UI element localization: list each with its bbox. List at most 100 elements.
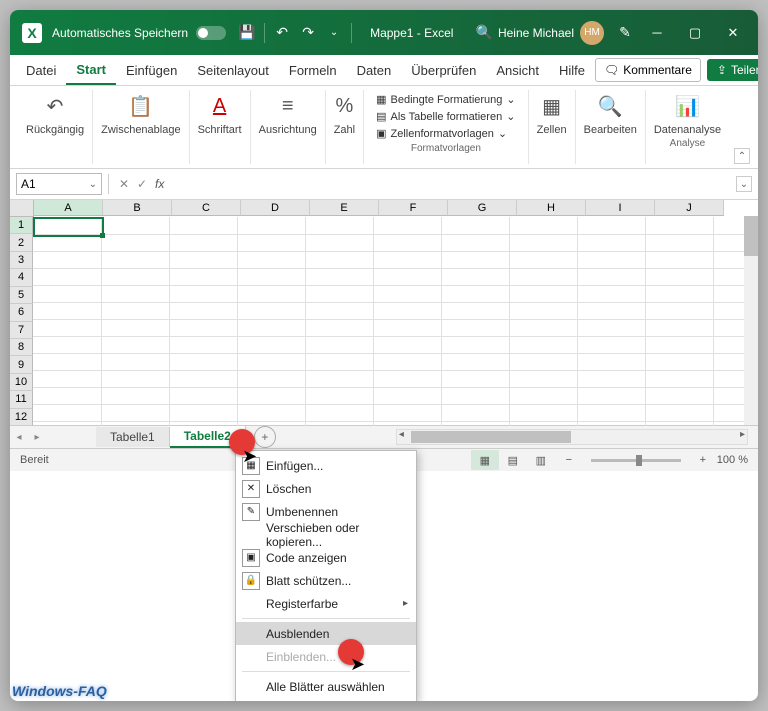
view-normal-button[interactable]: ▦	[471, 450, 499, 470]
zoom-slider[interactable]	[591, 459, 681, 462]
cell-styles-icon: ▣	[376, 127, 386, 140]
autosave-label: Automatisches Speichern	[52, 26, 188, 40]
tab-datei[interactable]: Datei	[16, 57, 66, 84]
column-header[interactable]: A	[34, 200, 103, 216]
row-header[interactable]: 5	[10, 287, 33, 304]
alignment-icon: ≡	[282, 92, 294, 120]
user-avatar[interactable]: HM	[580, 21, 604, 45]
search-icon[interactable]: 🔍	[471, 20, 497, 46]
sheet-tab-tabelle1[interactable]: Tabelle1	[96, 427, 170, 447]
ribbon-group-clipboard[interactable]: 📋 Zwischenablage	[93, 90, 190, 164]
tab-einfuegen[interactable]: Einfügen	[116, 57, 187, 84]
active-cell[interactable]	[33, 217, 104, 237]
tab-formeln[interactable]: Formeln	[279, 57, 347, 84]
row-header[interactable]: 8	[10, 339, 33, 356]
title-bar: X Automatisches Speichern 💾 ↶ ↷ ⌄ Mappe1…	[10, 10, 758, 55]
redo-icon[interactable]: ↷	[295, 20, 321, 46]
column-header[interactable]: E	[310, 200, 379, 216]
watermark: Windows-FAQ	[12, 683, 107, 699]
coming-soon-icon[interactable]: ✎	[612, 20, 638, 46]
ctx-protect-sheet[interactable]: 🔒Blatt schützen...	[236, 569, 416, 592]
comments-button[interactable]: 🗨Kommentare	[595, 58, 701, 82]
cancel-formula-icon[interactable]: ✕	[115, 175, 133, 193]
column-header[interactable]: J	[655, 200, 724, 216]
ctx-move-copy[interactable]: Verschieben oder kopieren...	[236, 523, 416, 546]
ctx-tab-color[interactable]: Registerfarbe	[236, 592, 416, 615]
ctx-select-all-sheets[interactable]: Alle Blätter auswählen	[236, 675, 416, 698]
tab-start[interactable]: Start	[66, 56, 116, 85]
name-box[interactable]: A1	[16, 173, 102, 195]
tab-daten[interactable]: Daten	[347, 57, 402, 84]
expand-formula-bar-button[interactable]: ⌄	[736, 176, 752, 192]
cond-format-icon: ▦	[376, 93, 386, 106]
undo-icon[interactable]: ↶	[269, 20, 295, 46]
ctx-delete[interactable]: ✕Löschen	[236, 477, 416, 500]
enter-formula-icon[interactable]: ✓	[133, 175, 151, 193]
cell-styles-button[interactable]: ▣Zellenformatvorlagen ⌄	[372, 126, 520, 141]
tab-hilfe[interactable]: Hilfe	[549, 57, 595, 84]
ctx-hide[interactable]: Ausblenden	[236, 622, 416, 645]
sheet-nav-next[interactable]: ▸	[28, 428, 46, 446]
tab-ueberpruefen[interactable]: Überprüfen	[401, 57, 486, 84]
sheet-nav-prev[interactable]: ◂	[10, 428, 28, 446]
row-header[interactable]: 2	[10, 234, 33, 251]
collapse-ribbon-button[interactable]: ⌃	[734, 148, 750, 164]
maximize-button[interactable]: ▢	[676, 14, 714, 52]
zoom-in-button[interactable]: +	[689, 450, 717, 470]
ribbon-group-undo[interactable]: ↶ Rückgängig	[18, 90, 93, 164]
add-sheet-button[interactable]: +	[254, 426, 276, 448]
status-ready: Bereit	[20, 454, 49, 466]
column-header[interactable]: C	[172, 200, 241, 216]
row-header[interactable]: 11	[10, 391, 33, 408]
column-header[interactable]: H	[517, 200, 586, 216]
row-header[interactable]: 12	[10, 409, 33, 426]
autosave-toggle[interactable]	[196, 26, 226, 40]
horizontal-scrollbar[interactable]	[396, 429, 748, 445]
column-header[interactable]: G	[448, 200, 517, 216]
ribbon-group-number[interactable]: % Zahl	[326, 90, 364, 164]
view-layout-button[interactable]: ▤	[499, 450, 527, 470]
select-all-corner[interactable]	[10, 200, 34, 217]
ribbon-group-analysis[interactable]: 📊 Datenanalyse Analyse	[646, 90, 729, 164]
sheet-tab-bar: ◂ ▸ Tabelle1 Tabelle2 +	[10, 425, 758, 448]
column-header[interactable]: F	[379, 200, 448, 216]
row-header[interactable]: 7	[10, 322, 33, 339]
conditional-formatting-button[interactable]: ▦Bedingte Formatierung ⌄	[372, 92, 520, 107]
row-header[interactable]: 9	[10, 356, 33, 373]
ctx-view-code[interactable]: ▣Code anzeigen	[236, 546, 416, 569]
save-icon[interactable]: 💾	[234, 20, 260, 46]
cells-area[interactable]	[33, 217, 758, 426]
column-header[interactable]: D	[241, 200, 310, 216]
tab-seitenlayout[interactable]: Seitenlayout	[187, 57, 279, 84]
comment-icon: 🗨	[604, 63, 619, 77]
row-header[interactable]: 6	[10, 304, 33, 321]
formula-bar: A1 ✕ ✓ fx ⌄	[10, 169, 758, 200]
row-header[interactable]: 10	[10, 374, 33, 391]
code-icon: ▣	[242, 549, 260, 567]
column-header[interactable]: I	[586, 200, 655, 216]
minimize-button[interactable]: ─	[638, 14, 676, 52]
fx-icon[interactable]: fx	[155, 177, 164, 191]
format-as-table-button[interactable]: ▤Als Tabelle formatieren ⌄	[372, 109, 520, 124]
zoom-out-button[interactable]: −	[555, 450, 583, 470]
formula-input[interactable]	[168, 173, 736, 195]
qa-dropdown-icon[interactable]: ⌄	[321, 20, 347, 46]
ribbon-group-editing[interactable]: 🔍 Bearbeiten	[576, 90, 646, 164]
view-pagebreak-button[interactable]: ▥	[527, 450, 555, 470]
share-button[interactable]: ⇪Teilen	[707, 59, 758, 81]
row-header[interactable]: 4	[10, 269, 33, 286]
close-button[interactable]: ✕	[714, 14, 752, 52]
row-header[interactable]: 1	[10, 217, 33, 234]
ribbon-group-alignment[interactable]: ≡ Ausrichtung	[251, 90, 326, 164]
tab-ansicht[interactable]: Ansicht	[486, 57, 549, 84]
cells-icon: ▦	[542, 92, 561, 120]
delete-icon: ✕	[242, 480, 260, 498]
ctx-insert[interactable]: ▦Einfügen...	[236, 454, 416, 477]
row-header[interactable]: 3	[10, 252, 33, 269]
ribbon-group-cells[interactable]: ▦ Zellen	[529, 90, 576, 164]
column-header[interactable]: B	[103, 200, 172, 216]
vertical-scrollbar[interactable]	[744, 216, 758, 425]
sheet-context-menu: ▦Einfügen... ✕Löschen ✎Umbenennen Versch…	[235, 450, 417, 701]
user-name: Heine Michael	[498, 26, 574, 40]
ribbon-group-font[interactable]: A Schriftart	[190, 90, 251, 164]
